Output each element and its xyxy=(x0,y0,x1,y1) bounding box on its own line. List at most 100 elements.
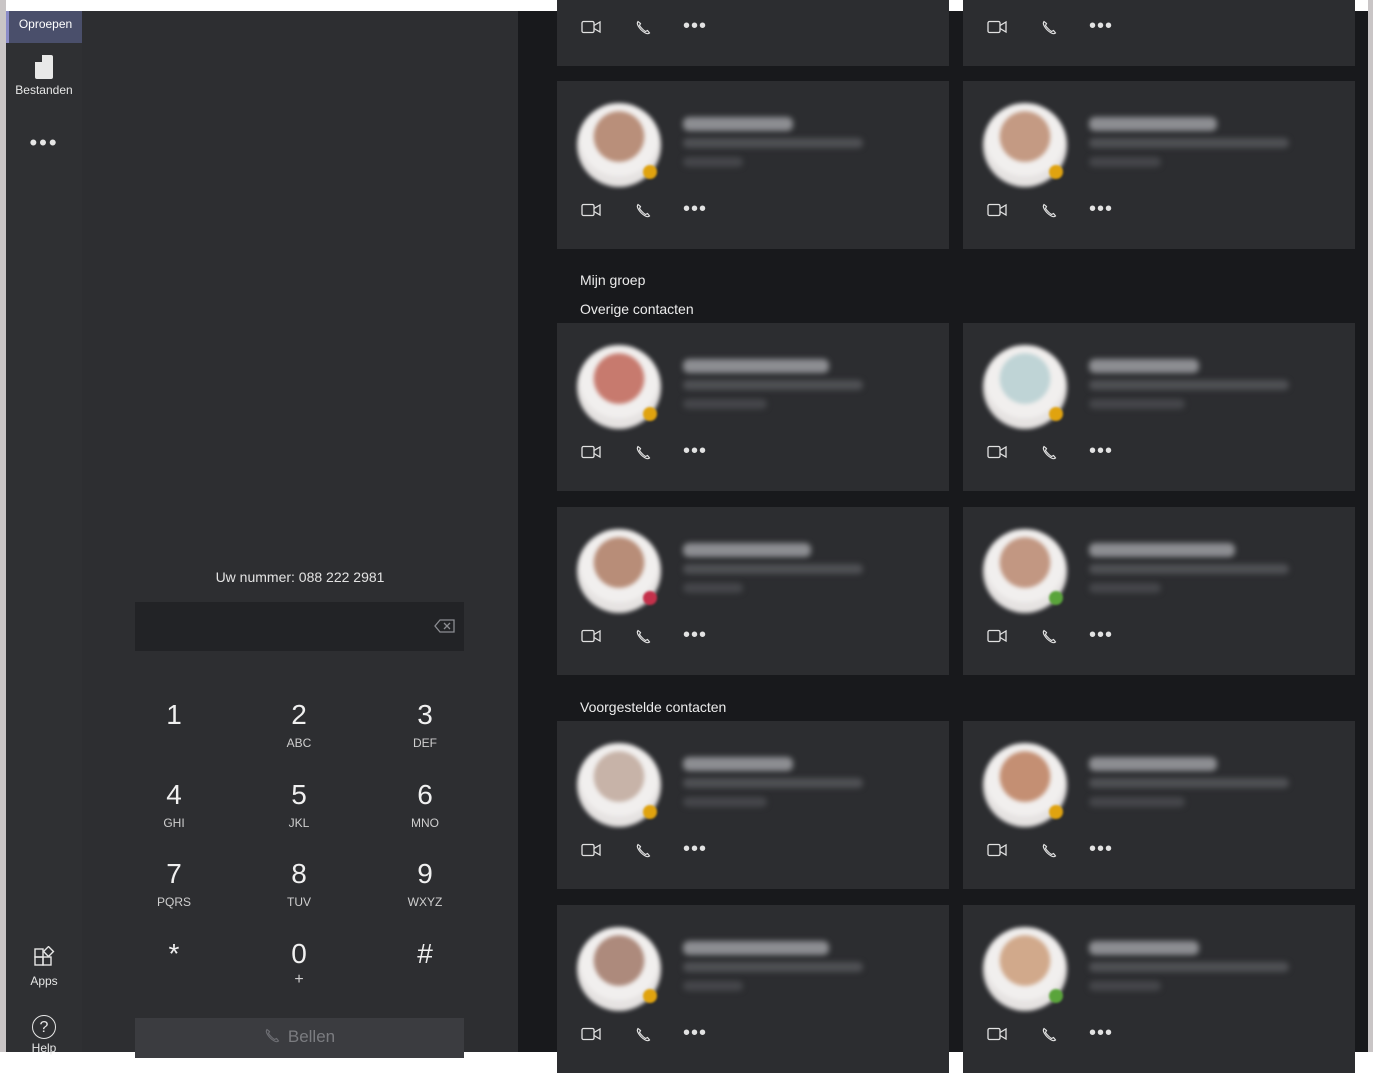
video-camera-icon[interactable] xyxy=(987,445,1007,459)
contact-card[interactable]: ••• xyxy=(557,905,949,1073)
video-camera-icon[interactable] xyxy=(987,629,1007,643)
dial-key-0[interactable]: 0 + xyxy=(259,939,339,989)
dial-key-letters: PQRS xyxy=(156,895,191,909)
video-camera-icon[interactable] xyxy=(987,1027,1007,1041)
dial-key-5[interactable]: 5 JKL xyxy=(259,779,339,831)
presence-status-icon xyxy=(643,407,657,421)
video-camera-icon[interactable] xyxy=(987,203,1007,217)
call-button[interactable]: Bellen xyxy=(135,1018,464,1058)
dial-key-hash[interactable]: # xyxy=(385,939,465,975)
contact-card[interactable]: ••• xyxy=(963,81,1355,249)
presence-status-icon xyxy=(643,165,657,179)
my-number-text: Uw nummer: 088 222 2981 xyxy=(215,569,385,585)
phone-icon[interactable] xyxy=(1041,843,1057,859)
more-options-icon[interactable]: ••• xyxy=(1089,441,1113,461)
contact-card[interactable]: ••• xyxy=(557,507,949,675)
phone-icon[interactable] xyxy=(635,203,651,219)
dial-key-8[interactable]: 8 TUV xyxy=(259,859,339,910)
more-options-icon[interactable]: ••• xyxy=(1089,16,1113,36)
contact-card[interactable]: ••• xyxy=(557,0,949,66)
presence-status-icon xyxy=(1049,989,1063,1003)
phone-icon[interactable] xyxy=(1041,445,1057,461)
video-camera-icon[interactable] xyxy=(581,203,601,217)
phone-icon[interactable] xyxy=(635,1027,651,1043)
video-camera-icon[interactable] xyxy=(581,843,601,857)
phone-icon[interactable] xyxy=(635,445,651,461)
video-camera-icon[interactable] xyxy=(987,20,1007,34)
dial-key-digit: 6 xyxy=(417,779,433,810)
more-options-icon[interactable]: ••• xyxy=(683,441,707,461)
contact-card[interactable]: ••• xyxy=(557,81,949,249)
more-options-icon[interactable]: ••• xyxy=(683,16,707,36)
presence-status-icon xyxy=(1049,407,1063,421)
rail-item-files[interactable]: Bestanden xyxy=(6,55,82,97)
dial-key-digit: # xyxy=(417,938,433,969)
video-camera-icon[interactable] xyxy=(987,843,1007,857)
dial-key-star[interactable]: * xyxy=(134,939,214,975)
dial-key-letters: DEF xyxy=(413,736,437,750)
contact-card[interactable]: ••• xyxy=(963,721,1355,889)
contact-name-blurred xyxy=(1089,359,1199,373)
phone-icon[interactable] xyxy=(635,20,651,36)
contact-detail-blurred xyxy=(683,564,863,574)
dial-key-3[interactable]: 3 DEF xyxy=(385,700,465,751)
dial-key-letters: MNO xyxy=(411,816,439,830)
video-camera-icon[interactable] xyxy=(581,20,601,34)
contact-detail-blurred xyxy=(683,797,767,807)
more-options-icon[interactable]: ••• xyxy=(1089,199,1113,219)
contact-card[interactable]: ••• xyxy=(963,507,1355,675)
dial-key-digit: 4 xyxy=(166,779,182,810)
contact-card[interactable]: ••• xyxy=(963,905,1355,1073)
dial-key-digit: 5 xyxy=(291,779,307,810)
contact-name-blurred xyxy=(683,757,793,771)
rail-item-calls[interactable]: Oproepen xyxy=(6,11,82,43)
contact-detail-blurred xyxy=(1089,399,1185,409)
phone-icon[interactable] xyxy=(1041,20,1057,36)
more-options-icon[interactable]: ••• xyxy=(683,839,707,859)
phone-icon[interactable] xyxy=(1041,203,1057,219)
phone-icon[interactable] xyxy=(635,843,651,859)
more-options-icon[interactable]: ••• xyxy=(1089,625,1113,645)
presence-status-icon xyxy=(1049,591,1063,605)
dial-key-7[interactable]: 7 PQRS xyxy=(134,858,214,910)
dial-key-6[interactable]: 6 MNO xyxy=(385,779,465,831)
dial-key-digit: 2 xyxy=(291,699,307,730)
video-camera-icon[interactable] xyxy=(581,629,601,643)
phone-icon[interactable] xyxy=(635,629,651,645)
dial-key-letters: GHI xyxy=(163,816,185,830)
more-options-icon[interactable]: ••• xyxy=(683,625,707,645)
dial-key-digit: * xyxy=(168,938,180,969)
phone-icon[interactable] xyxy=(1041,629,1057,645)
rail-item-apps[interactable]: Apps xyxy=(6,946,82,988)
dial-key-digit: 0 xyxy=(291,938,307,969)
more-icon: ••• xyxy=(29,130,59,155)
contact-card[interactable]: ••• xyxy=(557,323,949,491)
more-options-icon[interactable]: ••• xyxy=(1089,839,1113,859)
dial-key-digit: 9 xyxy=(417,858,433,889)
more-apps-button[interactable]: ••• xyxy=(6,130,82,155)
more-options-icon[interactable]: ••• xyxy=(1089,1023,1113,1043)
video-camera-icon[interactable] xyxy=(581,445,601,459)
dial-key-letters: WXYZ xyxy=(407,895,443,909)
help-icon: ? xyxy=(32,1015,56,1039)
more-options-icon[interactable]: ••• xyxy=(683,199,707,219)
contact-card[interactable]: ••• xyxy=(963,323,1355,491)
phone-icon[interactable] xyxy=(1041,1027,1057,1043)
more-options-icon[interactable]: ••• xyxy=(683,1023,707,1043)
phone-number-input[interactable] xyxy=(135,602,464,651)
backspace-icon[interactable] xyxy=(434,618,456,634)
call-button-label: Bellen xyxy=(287,1027,336,1046)
rail-item-help[interactable]: ? Help xyxy=(6,1015,82,1055)
contact-card[interactable]: ••• xyxy=(963,0,1355,66)
dial-key-letters: JKL xyxy=(288,816,310,830)
dial-key-4[interactable]: 4 GHI xyxy=(134,779,214,831)
dial-key-digit: 1 xyxy=(166,699,182,730)
dial-key-2[interactable]: 2 ABC xyxy=(259,699,339,751)
dial-key-digit: 7 xyxy=(166,858,182,889)
presence-status-icon xyxy=(643,591,657,605)
dial-key-9[interactable]: 9 WXYZ xyxy=(385,858,465,910)
contact-card[interactable]: ••• xyxy=(557,721,949,889)
dial-key-1[interactable]: 1 xyxy=(134,700,214,736)
video-camera-icon[interactable] xyxy=(581,1027,601,1041)
contact-name-blurred xyxy=(1089,543,1235,557)
